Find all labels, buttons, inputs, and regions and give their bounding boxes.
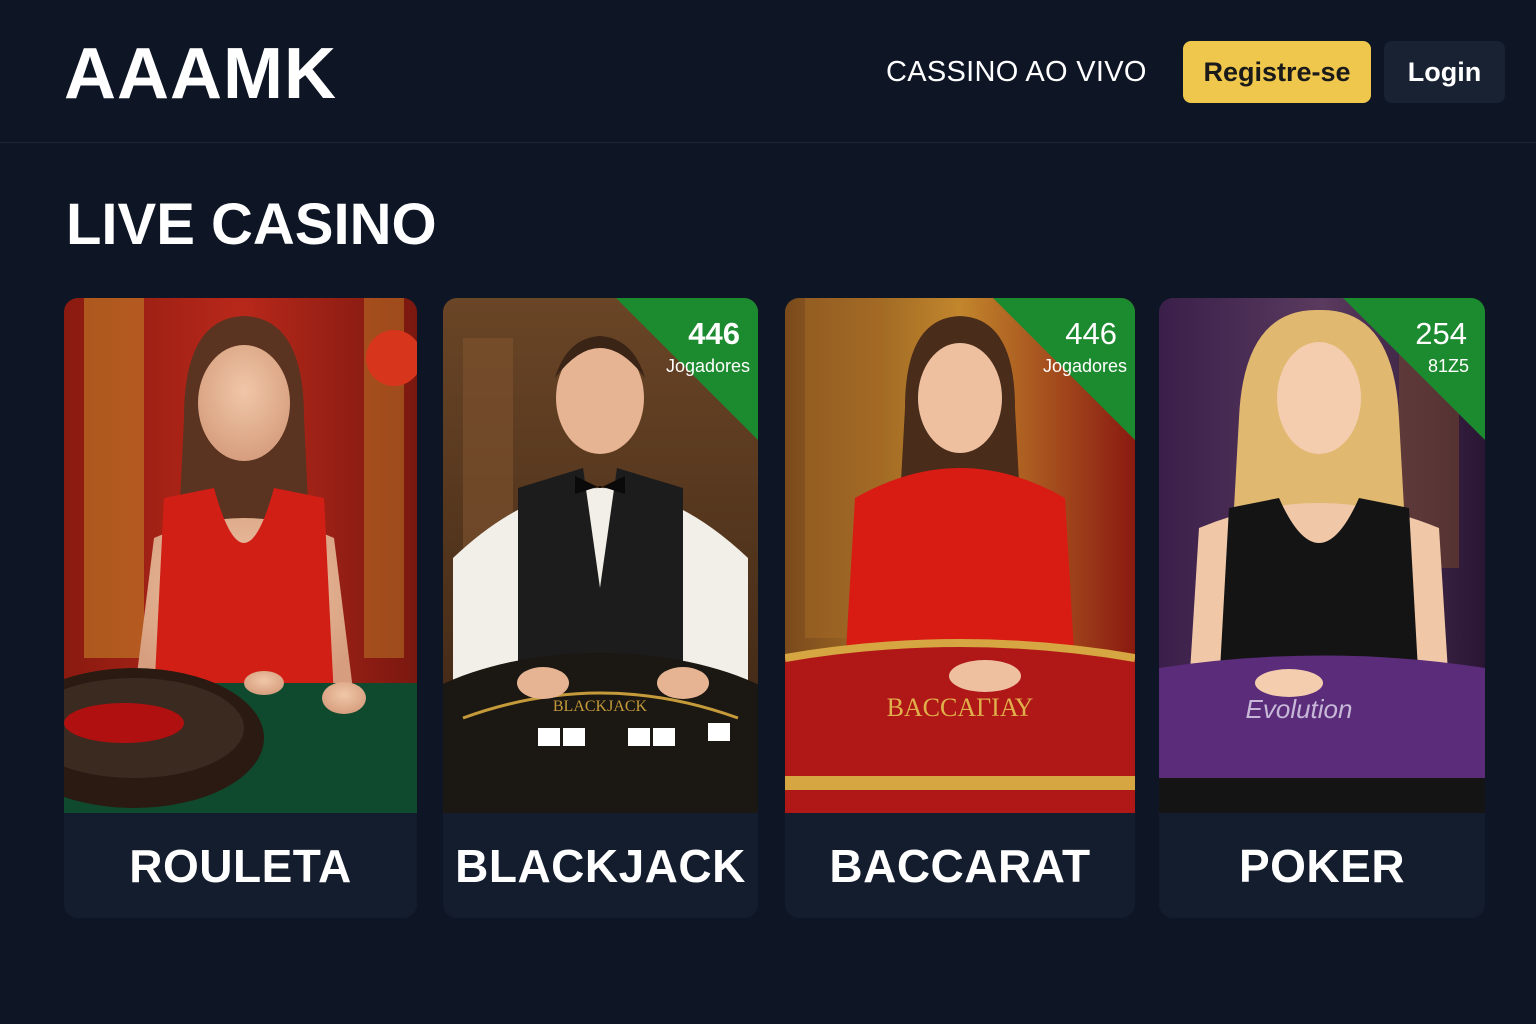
game-card-roulette[interactable]: ROULETA	[64, 298, 417, 918]
table-print-blackjack: BLACKJACK	[553, 698, 648, 715]
table-print-baccarat: BACCAΓΙΑΥ	[887, 693, 1034, 722]
register-button[interactable]: Registre-se	[1183, 41, 1371, 103]
badge-count: 254	[1415, 316, 1467, 351]
site-logo[interactable]: AAAMK	[64, 34, 337, 114]
badge-count: 446	[688, 316, 740, 351]
player-count-badge: 446 Jogadores	[993, 298, 1135, 440]
game-card-blackjack[interactable]: BLACKJACK 446 Jogadores BLACKJACK	[443, 298, 758, 918]
badge-label: Jogadores	[665, 356, 750, 376]
badge-label: Jogadores	[1042, 356, 1127, 376]
page: AAAMK CASSINO AO VIVO Registre-se Login …	[0, 0, 1536, 1024]
table-print-poker: Evolution	[1246, 694, 1353, 724]
game-title-blackjack: BLACKJACK	[443, 813, 758, 918]
player-count-badge: 254 81Z5	[1343, 298, 1485, 440]
badge-count: 446	[1065, 316, 1117, 351]
game-title-poker: POKER	[1159, 813, 1485, 918]
login-button[interactable]: Login	[1384, 41, 1505, 103]
section-title: LIVE CASINO	[66, 192, 437, 257]
game-card-baccarat[interactable]: BACCAΓΙΑΥ 446 Jogadores BACCARAT	[785, 298, 1135, 918]
site-header: AAAMK CASSINO AO VIVO Registre-se Login	[0, 0, 1536, 143]
game-title-baccarat: BACCARAT	[785, 813, 1135, 918]
game-title-roulette: ROULETA	[64, 813, 417, 918]
badge-label: 81Z5	[1427, 356, 1469, 376]
game-card-poker[interactable]: Evolution 254 81Z5 POKER	[1159, 298, 1485, 918]
dealer-image-roulette	[64, 298, 417, 813]
player-count-badge: 446 Jogadores	[616, 298, 758, 440]
nav-link-live-casino[interactable]: CASSINO AO VIVO	[886, 54, 1147, 90]
